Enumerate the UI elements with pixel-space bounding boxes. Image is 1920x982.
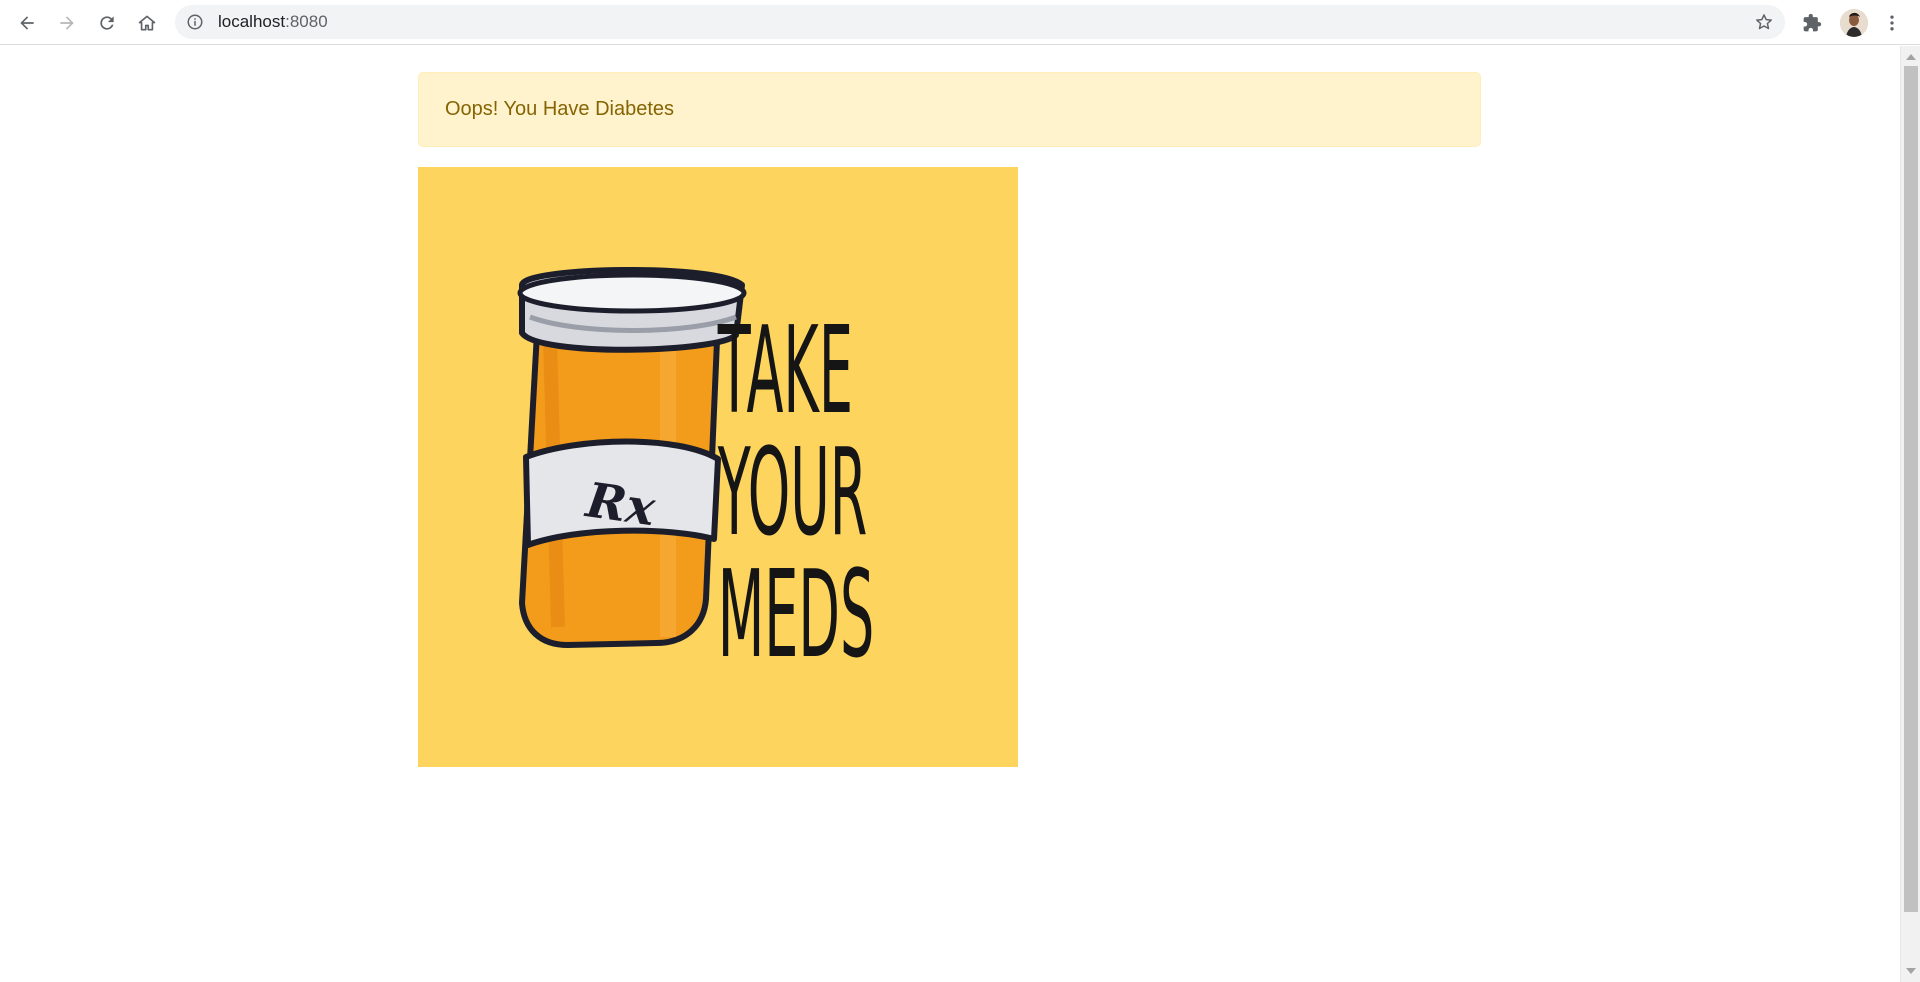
take-your-meds-image: Rx TAKE YOUR MEDS	[418, 167, 1018, 767]
warning-alert: Oops! You Have Diabetes	[418, 72, 1481, 147]
scroll-down-arrow-icon[interactable]	[1906, 968, 1916, 974]
reload-icon[interactable]	[92, 8, 122, 38]
pill-bottle-illustration: Rx TAKE YOUR MEDS	[517, 267, 875, 684]
address-bar[interactable]: localhost:8080	[175, 5, 1785, 39]
url-port: :8080	[285, 12, 328, 31]
url-text[interactable]: localhost:8080	[218, 5, 328, 39]
meds-word: MEDS	[718, 545, 875, 684]
url-host: localhost	[218, 12, 286, 31]
browser-toolbar: localhost:8080	[0, 0, 1920, 45]
your-word: YOUR	[717, 423, 867, 562]
star-icon[interactable]	[1753, 11, 1775, 33]
forward-arrow-icon[interactable]	[52, 8, 82, 38]
scroll-thumb[interactable]	[1904, 66, 1918, 912]
take-word: TAKE	[717, 301, 853, 440]
home-icon[interactable]	[132, 8, 162, 38]
scroll-up-arrow-icon[interactable]	[1906, 54, 1916, 60]
back-arrow-icon[interactable]	[12, 8, 42, 38]
extensions-puzzle-icon[interactable]	[1797, 8, 1827, 38]
menu-dots-icon[interactable]	[1877, 8, 1907, 38]
rx-label: Rx	[581, 472, 660, 537]
info-icon[interactable]	[185, 12, 205, 32]
page-viewport: Oops! You Have Diabetes Rx TAKE YOUR MED…	[0, 46, 1900, 982]
page-scrollbar[interactable]	[1900, 46, 1920, 982]
profile-avatar[interactable]	[1840, 9, 1868, 37]
